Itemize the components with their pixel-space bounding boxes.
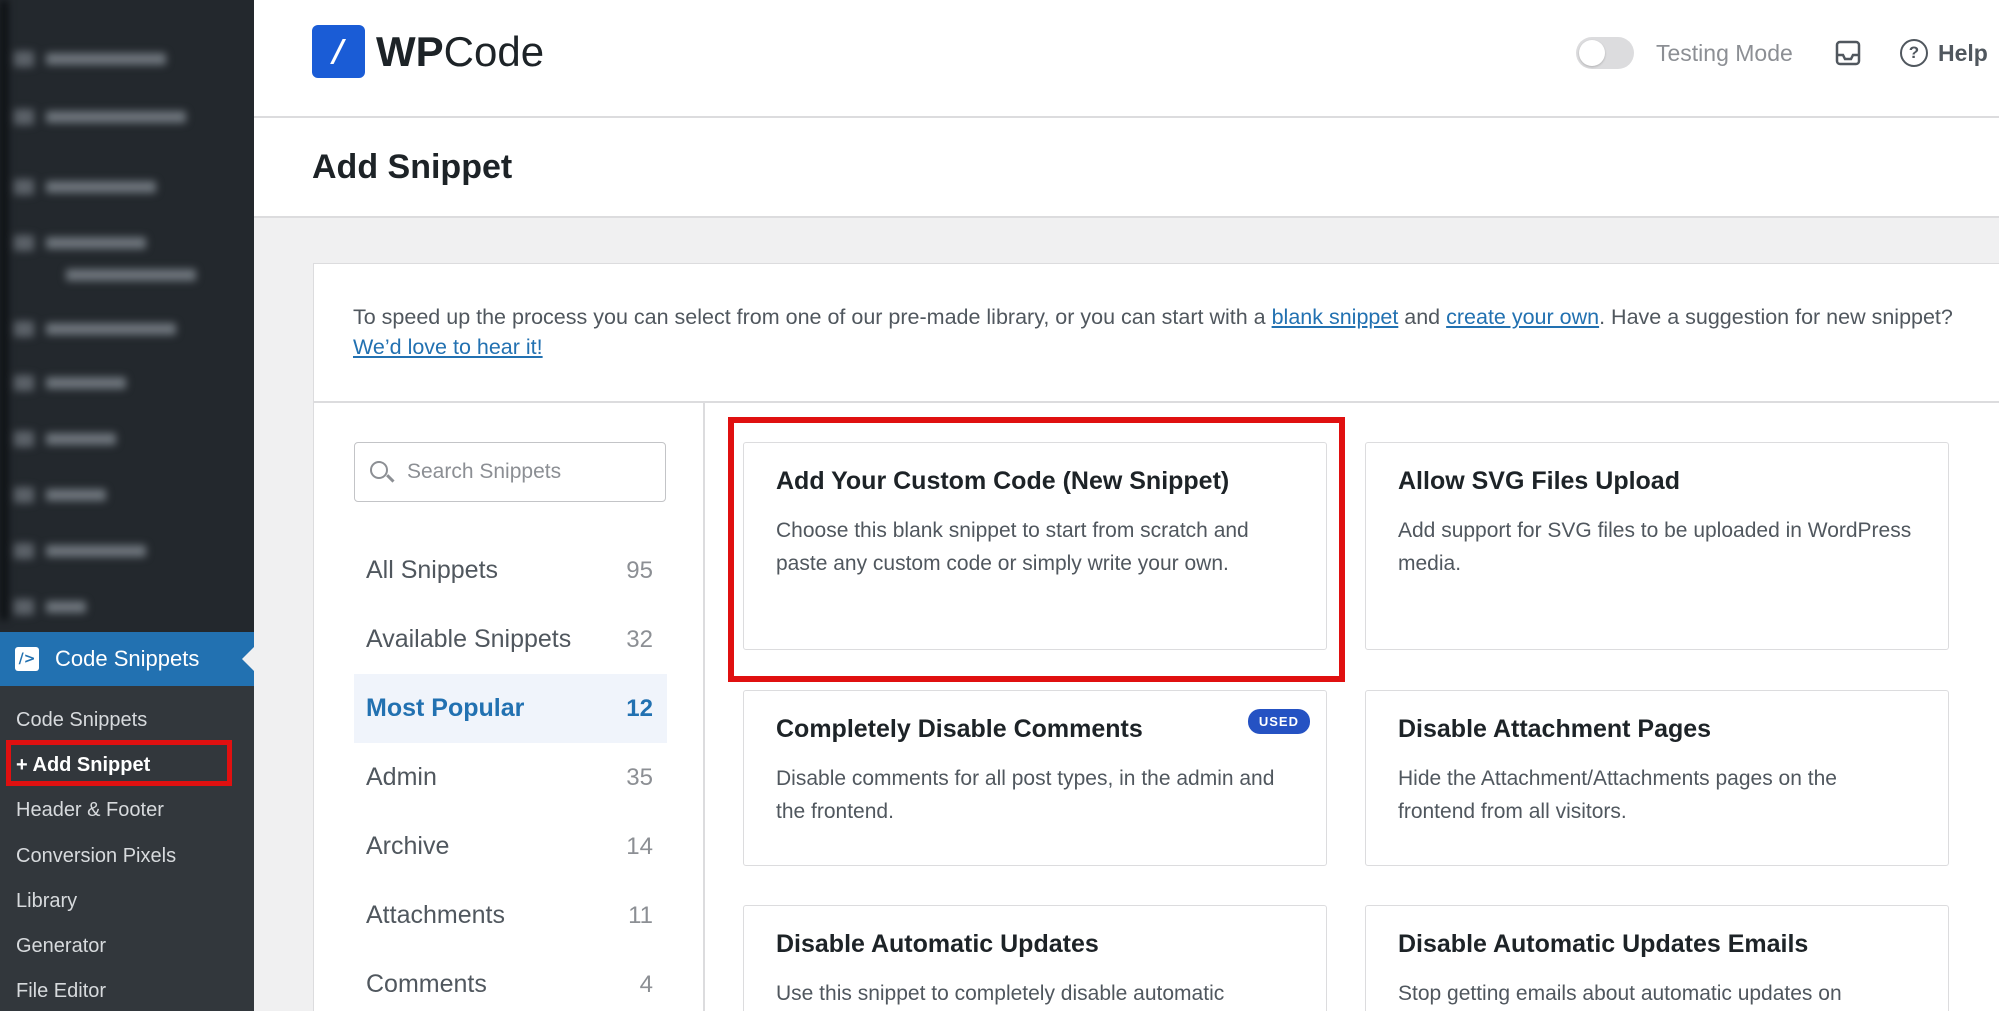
snippet-card-title: Disable Automatic Updates Emails	[1398, 930, 1809, 958]
snippet-card-title: Disable Automatic Updates	[776, 930, 1099, 958]
snippet-card-description: Add support for SVG files to be uploaded…	[1398, 519, 1912, 575]
category-label: All Snippets	[366, 556, 499, 584]
snippet-card-title: Allow SVG Files Upload	[1398, 467, 1680, 495]
snippet-card-title: Completely Disable Comments	[776, 715, 1143, 743]
category-label: Available Snippets	[366, 625, 572, 653]
testing-mode-toggle[interactable]	[1576, 37, 1634, 69]
blurred-admin-menu	[0, 0, 254, 630]
category-count: 12	[626, 694, 653, 722]
snippet-card-disable-comments[interactable]: USED Completely Disable Comments Disable…	[743, 690, 1327, 866]
plugin-header: / WPCode Testing Mode ? Help	[254, 0, 1999, 118]
suggestion-link[interactable]: We’d love to hear it!	[353, 335, 543, 359]
submenu-item-library[interactable]: Library	[16, 890, 77, 913]
category-count: 95	[626, 556, 653, 584]
category-attachments[interactable]: Attachments 11	[354, 881, 667, 950]
submenu-item-header-footer[interactable]: Header & Footer	[16, 799, 164, 822]
category-label: Admin	[366, 763, 437, 791]
category-count: 35	[626, 763, 653, 791]
category-count: 14	[626, 832, 653, 860]
category-count: 4	[639, 970, 653, 998]
snippet-card-allow-svg[interactable]: Allow SVG Files Upload Add support for S…	[1365, 442, 1949, 650]
snippet-card-description: Disable comments for all post types, in …	[776, 767, 1275, 823]
category-count: 11	[628, 901, 653, 929]
snippet-card-disable-automatic-updates[interactable]: Disable Automatic Updates Use this snipp…	[743, 905, 1327, 1011]
title-bar: Add Snippet	[254, 118, 1999, 218]
category-admin[interactable]: Admin 35	[354, 743, 667, 812]
toggle-knob	[1579, 40, 1605, 66]
category-most-popular[interactable]: Most Popular 12	[354, 674, 667, 743]
search-icon	[370, 461, 388, 479]
inbox-icon[interactable]	[1835, 40, 1861, 66]
divider	[314, 401, 1999, 403]
intro-text: To speed up the process you can select f…	[353, 305, 1953, 359]
snippet-card-disable-update-emails[interactable]: Disable Automatic Updates Emails Stop ge…	[1365, 905, 1949, 1011]
highlight-box-add-snippet	[6, 740, 232, 786]
code-snippets-icon: />	[15, 647, 39, 671]
submenu-item-code-snippets[interactable]: Code Snippets	[16, 709, 147, 732]
divider	[703, 401, 705, 1011]
help-icon[interactable]: ?	[1900, 39, 1928, 67]
help-link[interactable]: Help	[1938, 40, 1988, 67]
blank-snippet-link[interactable]: blank snippet	[1272, 305, 1399, 329]
search-box[interactable]	[354, 442, 666, 502]
current-menu-arrow	[242, 647, 254, 671]
category-label: Most Popular	[366, 694, 525, 722]
page-title: Add Snippet	[312, 148, 513, 186]
submenu-item-file-editor[interactable]: File Editor	[16, 980, 106, 1003]
menu-item-label: Code Snippets	[55, 646, 200, 671]
search-input[interactable]	[407, 443, 657, 500]
category-comments[interactable]: Comments 4	[354, 950, 667, 1011]
snippet-card-disable-attachment-pages[interactable]: Disable Attachment Pages Hide the Attach…	[1365, 690, 1949, 866]
category-label: Attachments	[366, 901, 505, 929]
snippet-card-description: Hide the Attachment/Attachments pages on…	[1398, 767, 1837, 823]
submenu-item-conversion-pixels[interactable]: Conversion Pixels	[16, 845, 176, 868]
menu-item-code-snippets[interactable]: /> Code Snippets	[0, 632, 254, 686]
used-badge: USED	[1247, 709, 1310, 734]
highlight-box-custom-code	[728, 417, 1345, 682]
category-label: Comments	[366, 970, 487, 998]
category-label: Archive	[366, 832, 450, 860]
create-your-own-link[interactable]: create your own	[1446, 305, 1599, 329]
testing-mode-label: Testing Mode	[1656, 40, 1793, 66]
category-archive[interactable]: Archive 14	[354, 812, 667, 881]
snippet-card-description: Stop getting emails about automatic upda…	[1398, 982, 1842, 1005]
wpcode-logo-text: WPCode	[376, 28, 545, 75]
category-available-snippets[interactable]: Available Snippets 32	[354, 605, 667, 674]
submenu-item-generator[interactable]: Generator	[16, 935, 106, 958]
admin-sidebar: /> Code Snippets Code Snippets + Add Sni…	[0, 0, 254, 1011]
snippet-card-title: Disable Attachment Pages	[1398, 715, 1712, 743]
category-all-snippets[interactable]: All Snippets 95	[354, 536, 667, 605]
category-count: 32	[626, 625, 653, 653]
snippet-card-description: Use this snippet to completely disable a…	[776, 982, 1225, 1005]
wpcode-logo-icon: /	[312, 25, 365, 78]
